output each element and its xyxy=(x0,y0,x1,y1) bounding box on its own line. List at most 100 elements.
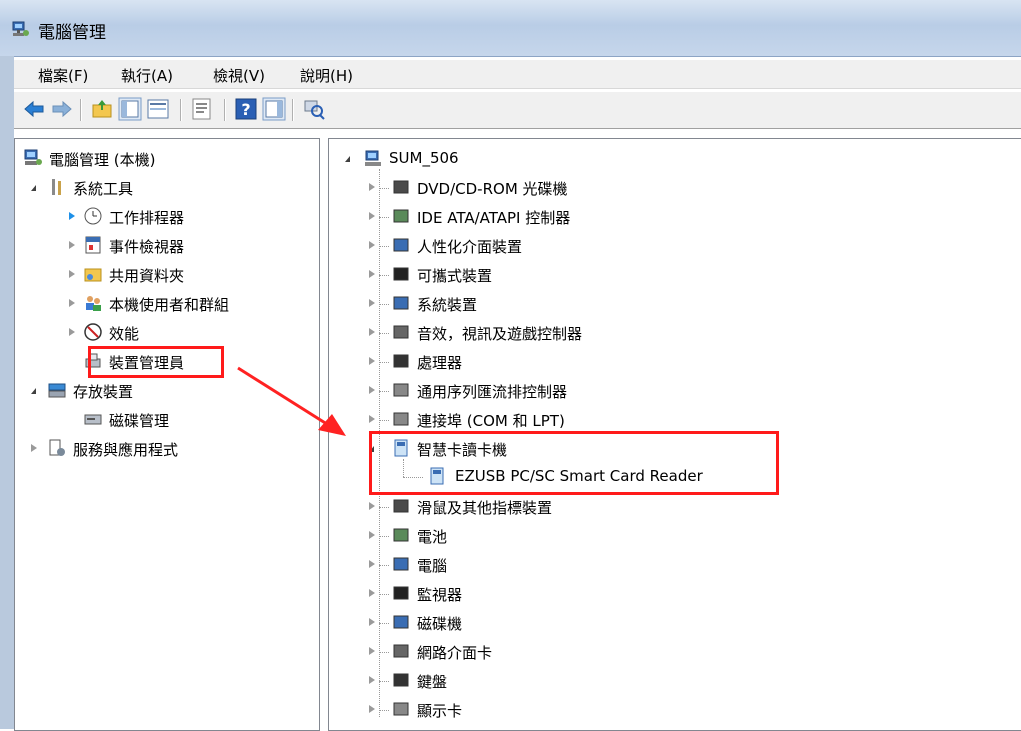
menu-action[interactable]: 執行(A) xyxy=(121,65,173,86)
tree-node-label: 鍵盤 xyxy=(417,673,448,691)
collapse-arrow-icon[interactable] xyxy=(369,502,375,510)
details-view-icon[interactable] xyxy=(146,97,170,121)
collapse-arrow-icon[interactable] xyxy=(369,618,375,626)
tree-node-label: 共用資料夾 xyxy=(109,267,185,285)
collapse-arrow-icon[interactable] xyxy=(369,647,375,655)
users-icon xyxy=(86,296,101,311)
menu-file[interactable]: 檔案(F) xyxy=(38,65,88,86)
disk-drive-icon xyxy=(391,612,411,632)
tree-guide-line xyxy=(379,594,389,595)
expand-arrow-icon[interactable] xyxy=(31,388,36,394)
tree-node-label: 監視器 xyxy=(417,586,463,604)
collapse-arrow-icon[interactable] xyxy=(69,270,75,278)
tree-guide-line xyxy=(379,536,389,537)
tree-guide-line xyxy=(379,681,389,682)
tree-node-label: 系統工具 xyxy=(73,180,134,198)
services-icon xyxy=(49,439,65,456)
toolbar-separator xyxy=(80,99,82,121)
tree-guide-line xyxy=(379,188,389,189)
collapse-arrow-icon[interactable] xyxy=(369,676,375,684)
portable-device-icon xyxy=(391,264,411,284)
tree-node-label: 工作排程器 xyxy=(109,209,185,227)
disk-management-icon xyxy=(84,414,102,425)
collapse-arrow-icon[interactable] xyxy=(369,386,375,394)
device-manager-highlight xyxy=(88,346,224,378)
collapse-arrow-icon[interactable] xyxy=(69,299,75,307)
tree-node-label: 本機使用者和群組 xyxy=(109,296,230,314)
sound-icon xyxy=(391,322,411,342)
tree-guide-line xyxy=(379,304,389,305)
collapse-arrow-icon[interactable] xyxy=(369,357,375,365)
tree-guide-line xyxy=(379,246,389,247)
collapse-arrow-icon[interactable] xyxy=(369,531,375,539)
tree-node-label: 磁碟管理 xyxy=(109,412,170,430)
collapse-arrow-icon[interactable] xyxy=(369,212,375,220)
tree-guide-line xyxy=(379,275,389,276)
properties-icon[interactable] xyxy=(190,97,214,121)
back-arrow-icon[interactable] xyxy=(22,97,46,121)
computer-management-icon xyxy=(12,21,29,36)
battery-icon xyxy=(391,525,411,545)
computer-icon xyxy=(391,554,411,574)
system-device-icon xyxy=(391,293,411,313)
device-tree-pane: SUM_506 DVD/CD-ROM 光碟機 IDE ATA/ATAPI 控制器人… xyxy=(328,138,1021,731)
collapse-arrow-icon[interactable] xyxy=(369,299,375,307)
port-icon xyxy=(391,409,411,429)
tree-node-label: 電腦管理 (本機) xyxy=(49,151,156,169)
hid-icon xyxy=(391,235,411,255)
computer-icon xyxy=(365,150,381,166)
scan-hardware-icon[interactable] xyxy=(302,97,326,121)
menu-bar: 檔案(F) 執行(A) 檢視(V) 說明(H) xyxy=(14,60,1021,89)
collapse-arrow-icon[interactable] xyxy=(369,183,375,191)
collapse-arrow-icon[interactable] xyxy=(369,560,375,568)
toolbar-separator xyxy=(292,99,294,121)
tree-node-label: IDE ATA/ATAPI 控制器 xyxy=(417,209,571,227)
smart-card-highlight xyxy=(369,431,779,495)
tools-icon xyxy=(52,179,61,195)
tree-guide-line xyxy=(379,362,389,363)
monitor-icon xyxy=(391,583,411,603)
tree-guide-line xyxy=(379,623,389,624)
tree-node-label: 電池 xyxy=(417,528,448,546)
keyboard-icon xyxy=(391,670,411,690)
expand-arrow-icon[interactable] xyxy=(345,156,350,162)
menu-help[interactable]: 說明(H) xyxy=(300,65,353,86)
collapse-arrow-icon[interactable] xyxy=(369,270,375,278)
collapse-arrow-icon[interactable] xyxy=(69,212,75,220)
toolbar: ? xyxy=(14,92,1021,129)
collapse-arrow-icon[interactable] xyxy=(369,415,375,423)
window-frame-left xyxy=(0,56,14,729)
help-icon[interactable]: ? xyxy=(234,97,258,121)
event-viewer-icon xyxy=(85,236,101,254)
collapse-arrow-icon[interactable] xyxy=(369,589,375,597)
menu-view[interactable]: 檢視(V) xyxy=(213,65,265,86)
collapse-arrow-icon[interactable] xyxy=(369,705,375,713)
show-hide-tree-icon[interactable] xyxy=(118,97,142,121)
clock-icon xyxy=(84,207,102,225)
up-folder-icon[interactable] xyxy=(90,97,114,121)
tree-guide-line xyxy=(379,652,389,653)
tree-node-label: 事件檢視器 xyxy=(109,238,185,256)
tree-node-label: 磁碟機 xyxy=(417,615,463,633)
collapse-arrow-icon[interactable] xyxy=(69,241,75,249)
collapse-arrow-icon[interactable] xyxy=(369,241,375,249)
collapse-arrow-icon[interactable] xyxy=(31,444,37,452)
tree-node-label: SUM_506 xyxy=(389,149,459,167)
action-pane-icon[interactable] xyxy=(262,97,286,121)
tree-node-label: 網路介面卡 xyxy=(417,644,493,662)
tree-guide-line xyxy=(379,391,389,392)
console-tree-pane: 電腦管理 (本機) 系統工具 工作排程器 事件檢視器 共用資料夾 本機使用者和群… xyxy=(14,138,320,731)
expand-arrow-icon[interactable] xyxy=(31,185,36,191)
collapse-arrow-icon[interactable] xyxy=(369,328,375,336)
tree-node-label: 連接埠 (COM 和 LPT) xyxy=(417,412,565,430)
collapse-arrow-icon[interactable] xyxy=(69,328,75,336)
tree-node-label: 服務與應用程式 xyxy=(73,441,179,459)
forward-arrow-icon[interactable] xyxy=(50,97,74,121)
tree-node-label: 音效，視訊及遊戲控制器 xyxy=(417,325,583,343)
tree-node-label: 存放裝置 xyxy=(73,383,134,401)
performance-icon xyxy=(84,323,102,341)
tree-node-label: 可攜式裝置 xyxy=(417,267,493,285)
tree-node-label: 通用序列匯流排控制器 xyxy=(417,383,568,401)
tree-node-label: 系統裝置 xyxy=(417,296,478,314)
usb-controller-icon xyxy=(391,380,411,400)
